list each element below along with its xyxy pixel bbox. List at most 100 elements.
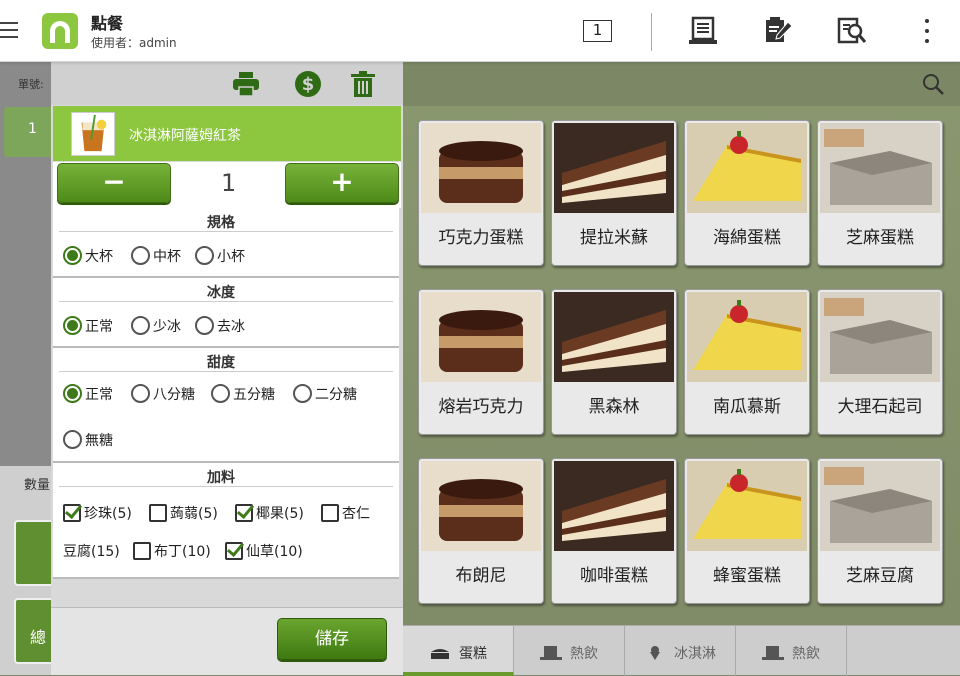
- menu-item-card[interactable]: 蜂蜜蛋糕: [684, 458, 810, 604]
- menu-item-name: 巧克力蛋糕: [438, 228, 524, 248]
- size-option-large[interactable]: 大杯: [63, 246, 113, 266]
- menu-item-image: [554, 123, 674, 213]
- table-number-button[interactable]: 1: [583, 20, 612, 42]
- menu-item-name: 海綿蛋糕: [713, 228, 781, 248]
- app-title: 點餐: [91, 14, 124, 33]
- sugar-option-80[interactable]: 八分糖: [131, 384, 195, 404]
- current-user: 使用者：admin: [91, 36, 177, 50]
- sugar-title: 甜度: [207, 355, 235, 371]
- dollar-icon[interactable]: $: [293, 69, 323, 99]
- menu-item-name: 南瓜慕斯: [713, 397, 781, 417]
- menu-item-card[interactable]: 提拉米蘇: [551, 120, 677, 266]
- topping-options: 加料 珍珠(5) 蒟蒻(5) 椰果(5) 杏仁 豆腐(15) 布丁(10) 仙草…: [53, 463, 399, 579]
- menu-item-card[interactable]: 海綿蛋糕: [684, 120, 810, 266]
- sugar-option-20[interactable]: 二分糖: [293, 384, 357, 404]
- menu-item-card[interactable]: 大理石起司: [817, 289, 943, 435]
- increase-button[interactable]: +: [285, 163, 399, 203]
- topping-konjac[interactable]: 蒟蒻(5): [149, 503, 218, 523]
- tab-hot-drink-2[interactable]: 熱飲: [736, 626, 847, 676]
- receipt-icon[interactable]: [688, 16, 720, 46]
- edit-icon[interactable]: [762, 16, 794, 46]
- menu-item-card[interactable]: 黑森林: [551, 289, 677, 435]
- ice-options: 冰度 正常 少冰 去冰: [53, 278, 399, 348]
- sugar-option-normal[interactable]: 正常: [63, 384, 113, 404]
- topping-almond-tofu[interactable]: 杏仁: [321, 503, 370, 523]
- menu-item-image: [421, 292, 541, 382]
- quantity-value: 1: [221, 169, 237, 197]
- sugar-options: 甜度 正常 八分糖 五分糖 二分糖 無糖: [53, 348, 399, 463]
- ice-cream-icon: [650, 646, 660, 660]
- sugar-option-50[interactable]: 五分糖: [211, 384, 275, 404]
- topping-grass-jelly[interactable]: 仙草(10): [225, 541, 303, 561]
- ice-option-less[interactable]: 少冰: [131, 316, 181, 336]
- menu-item-name: 芝麻豆腐: [846, 566, 914, 586]
- quantity-stepper: − 1 +: [53, 162, 401, 208]
- menu-item-name: 提拉米蘇: [580, 228, 648, 248]
- cake-icon: [431, 649, 449, 659]
- item-detail-panel: $ 冰淇淋阿薩姆紅茶 − 1 + 規格 大杯 中杯 小杯 冰度 正常 少冰 去冰…: [51, 62, 403, 675]
- menu-item-card[interactable]: 芝麻蛋糕: [817, 120, 943, 266]
- menu-item-card[interactable]: 芝麻豆腐: [817, 458, 943, 604]
- topping-pearl[interactable]: 珍珠(5): [63, 503, 132, 523]
- topping-almond-tofu-cont: 豆腐(15): [63, 544, 120, 560]
- menu-grid: 巧克力蛋糕 提拉米蘇 海綿蛋糕 芝麻蛋糕熔岩巧克力 黑森林 南瓜慕斯 大理石起司布朗尼 咖啡蛋…: [403, 62, 960, 676]
- ice-option-normal[interactable]: 正常: [63, 316, 113, 336]
- app-logo: [42, 13, 78, 49]
- category-tabs: 蛋糕 熱飲 冰淇淋 熱飲: [403, 625, 960, 676]
- tab-hot-drink[interactable]: 熱飲: [514, 626, 625, 676]
- search-list-icon[interactable]: [836, 16, 868, 46]
- decrease-button[interactable]: −: [57, 163, 171, 203]
- menu-item-card[interactable]: 布朗尼: [418, 458, 544, 604]
- menu-item-name: 蜂蜜蛋糕: [713, 566, 781, 586]
- menu-item-image: [687, 292, 807, 382]
- hot-drink-icon: [540, 646, 562, 660]
- quantity-label: 數量: [24, 478, 51, 493]
- size-option-small[interactable]: 小杯: [195, 246, 245, 266]
- search-icon[interactable]: [921, 72, 945, 96]
- menu-item-name: 熔岩巧克力: [438, 397, 524, 417]
- menu-item-name: 黑森林: [588, 397, 640, 417]
- svg-text:$: $: [302, 74, 315, 95]
- size-option-medium[interactable]: 中杯: [131, 246, 181, 266]
- menu-item-image: [421, 123, 541, 213]
- menu-item-image: [820, 461, 940, 551]
- menu-item-image: [421, 461, 541, 551]
- menu-item-image: [554, 461, 674, 551]
- trash-icon[interactable]: [348, 69, 378, 99]
- menu-item-name: 咖啡蛋糕: [580, 566, 648, 586]
- menu-item-card[interactable]: 熔岩巧克力: [418, 289, 544, 435]
- menu-item-image: [687, 461, 807, 551]
- tab-ice-cream[interactable]: 冰淇淋: [625, 626, 736, 676]
- save-area: 儲存: [51, 607, 403, 675]
- ice-title: 冰度: [207, 285, 235, 301]
- topping-title: 加料: [207, 470, 235, 486]
- menu-item-image: [820, 292, 940, 382]
- tab-cake[interactable]: 蛋糕: [403, 626, 514, 676]
- menu-item-card[interactable]: 南瓜慕斯: [684, 289, 810, 435]
- size-title: 規格: [207, 215, 235, 231]
- topping-coconut[interactable]: 椰果(5): [235, 503, 304, 523]
- toolbar-divider: [651, 13, 652, 51]
- menu-item-card[interactable]: 巧克力蛋糕: [418, 120, 544, 266]
- topping-pudding[interactable]: 布丁(10): [133, 541, 211, 561]
- panel-toolbar: $: [51, 62, 403, 105]
- save-button[interactable]: 儲存: [277, 618, 387, 660]
- menu-item-image: [820, 123, 940, 213]
- menu-item-card[interactable]: 咖啡蛋糕: [551, 458, 677, 604]
- hot-drink-icon: [762, 646, 784, 660]
- more-icon[interactable]: [925, 19, 931, 49]
- menu-item-image: [554, 292, 674, 382]
- printer-icon[interactable]: [231, 69, 261, 99]
- menu-icon[interactable]: [0, 22, 18, 43]
- order-number-label: 單號:: [18, 78, 44, 91]
- size-options: 規格 大杯 中杯 小杯: [53, 208, 399, 278]
- sugar-option-none[interactable]: 無糖: [63, 430, 113, 450]
- menu-item-name: 布朗尼: [455, 566, 507, 586]
- order-row[interactable]: 1: [4, 107, 56, 157]
- ice-option-none[interactable]: 去冰: [195, 316, 245, 336]
- item-thumbnail: [71, 112, 115, 156]
- top-bar: 點餐 使用者：admin 1: [0, 0, 960, 62]
- selected-item-bar: 冰淇淋阿薩姆紅茶: [53, 106, 401, 161]
- menu-search-bar: [403, 62, 960, 106]
- selected-item-name: 冰淇淋阿薩姆紅茶: [129, 128, 241, 144]
